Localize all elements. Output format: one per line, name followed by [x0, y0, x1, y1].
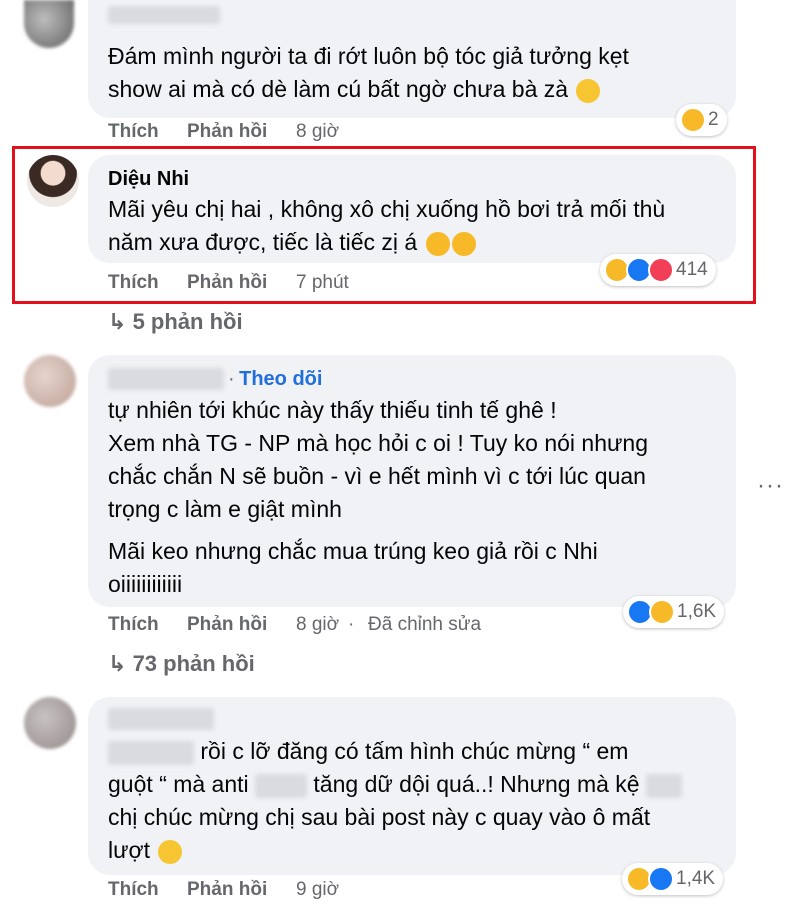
comment-text-line: Mãi keo nhưng chắc mua trúng keo giả rồi…	[108, 538, 598, 564]
kissing-emoji-icon	[425, 231, 450, 256]
haha-reaction-icon	[649, 599, 675, 625]
comment-text-line: tự nhiên tới khúc này thấy thiếu tinh tế…	[108, 397, 557, 423]
separator: ·	[348, 614, 355, 635]
reaction-count: 2	[708, 109, 719, 130]
commenter-avatar[interactable]	[24, 355, 76, 407]
comment-text-line: chị chúc mừng chị sau bài post này c qua…	[108, 804, 651, 830]
author-name-redacted[interactable]	[108, 6, 220, 24]
comment-text-line: năm xưa được, tiếc là tiếc zị á	[108, 226, 476, 259]
comment-text-line: trọng c làm e giật mình	[108, 496, 342, 522]
comment-timestamp[interactable]: 8 giờ	[296, 614, 339, 636]
author-name[interactable]: Diệu Nhi	[108, 168, 189, 191]
love-reaction-icon	[648, 257, 674, 283]
comment-text-line: Đám mình người ta đi rớt luôn bộ tóc giả…	[108, 43, 629, 69]
like-button[interactable]: Thích	[108, 121, 159, 143]
author-name-redacted[interactable]	[108, 368, 224, 390]
comment-text-line: guột “ mà anti tăng dữ dội quá..! Nhưng …	[108, 768, 682, 801]
reply-button[interactable]: Phản hồi	[187, 614, 267, 636]
view-replies-link[interactable]: ↳ 73 phản hồi	[108, 651, 255, 677]
redacted-text	[108, 740, 194, 765]
reply-arrow-icon: ↳	[108, 309, 127, 334]
comment-text-line: show ai mà có dè làm cú bất ngờ chưa bà …	[108, 73, 601, 106]
follow-label[interactable]: · Theo dõi	[228, 368, 322, 391]
smile-emoji-icon	[158, 839, 183, 864]
like-button[interactable]: Thích	[108, 879, 159, 901]
reply-button[interactable]: Phản hồi	[187, 121, 267, 143]
comment-text-line: lượt	[108, 834, 183, 867]
reaction-count: 414	[676, 259, 708, 280]
comment-timestamp[interactable]: 8 giờ	[296, 121, 339, 143]
comment-text-line: oiiiiiiiiiiii	[108, 571, 183, 597]
commenter-avatar[interactable]	[24, 697, 76, 749]
comment-text-line: chắc chắn N sẽ buồn - vì e hết mình vì c…	[108, 463, 646, 489]
reaction-count: 1,6K	[677, 601, 717, 622]
reply-arrow-icon: ↳	[108, 651, 127, 676]
redacted-text	[645, 773, 682, 798]
comment-timestamp[interactable]: 7 phút	[296, 272, 349, 294]
reaction-summary[interactable]: 1,6K	[623, 596, 725, 628]
comment-text-line: rồi c lỡ đăng có tấm hình chúc mừng “ em	[108, 735, 628, 768]
reply-button[interactable]: Phản hồi	[187, 879, 267, 901]
redacted-text	[255, 773, 308, 798]
reaction-count: 1,4K	[676, 868, 716, 889]
like-button[interactable]: Thích	[108, 614, 159, 636]
rofl-emoji-icon	[451, 231, 476, 256]
reaction-summary[interactable]: 1,4K	[622, 863, 724, 895]
author-name-redacted[interactable]	[108, 708, 214, 730]
comment-text-line: Xem nhà TG - NP mà học hỏi c oi ! Tuy ko…	[108, 430, 648, 456]
comment-text-line: Mãi yêu chị hai , không xô chị xuống hồ …	[108, 196, 666, 222]
more-options-icon[interactable]: ···	[757, 472, 784, 500]
comment-timestamp[interactable]: 9 giờ	[296, 879, 339, 901]
like-button[interactable]: Thích	[108, 272, 159, 294]
reply-button[interactable]: Phản hồi	[187, 272, 267, 294]
smile-emoji-icon	[576, 78, 601, 103]
like-reaction-icon	[648, 866, 674, 892]
haha-reaction-icon	[680, 107, 706, 133]
view-replies-link[interactable]: ↳ 5 phản hồi	[108, 309, 243, 335]
reaction-summary[interactable]: 414	[600, 254, 716, 286]
reaction-summary[interactable]: 2	[676, 104, 727, 136]
edited-label: Đã chỉnh sửa	[368, 614, 482, 635]
commenter-avatar[interactable]	[24, 0, 74, 48]
dieu-nhi-avatar[interactable]	[27, 155, 79, 207]
